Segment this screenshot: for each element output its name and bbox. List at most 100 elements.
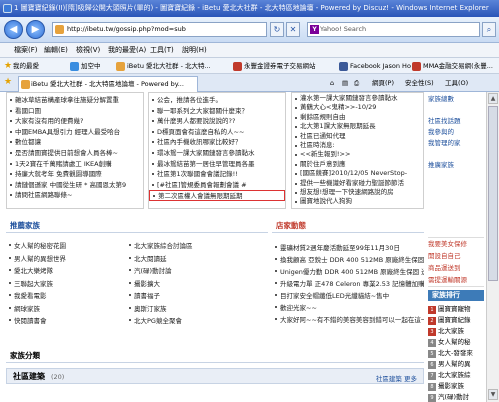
list-item[interactable]: 關於住戶意到應 [292, 160, 423, 169]
tools-menu[interactable]: 工具(O) [445, 77, 468, 89]
family-link[interactable]: 女人幫的秘密花園 [6, 240, 126, 253]
list-item[interactable]: 是否請圍寶提供日前想會人員各棒~ [7, 148, 143, 159]
menu-favorites[interactable]: 我的最愛(A) [108, 45, 146, 56]
rank-item[interactable]: 1 圖寶寶寵物 [428, 304, 484, 315]
list-item[interactable]: 請問社區網路聯條~ [7, 190, 143, 201]
list-item[interactable]: <<新生報到!>> [292, 150, 423, 159]
list-item[interactable]: 社區時消息: [292, 141, 423, 150]
shop-item[interactable]: 目打家安全帽纖低LED光纖貓結~售中 [272, 290, 424, 302]
family-link[interactable]: 讀書福子 [126, 290, 266, 303]
search-input[interactable]: Y Yahoo! Search [307, 22, 480, 37]
address-bar[interactable]: http://ibetu.tw/gossip.php?mod=sub [52, 22, 267, 37]
list-item[interactable]: 持廉大就考年 免費觀園導國際 [7, 169, 143, 180]
home-icon[interactable]: ⌂ [330, 77, 334, 89]
menu-file[interactable]: 檔案(F) [14, 45, 38, 56]
rank-item[interactable]: 9 汽(碌)動討 [428, 392, 484, 402]
highlighted-list-item[interactable]: 第二次區權人會議無限期延期 [149, 190, 285, 201]
feed-icon[interactable]: ▤ [342, 77, 348, 89]
menu-view[interactable]: 檢視(V) [76, 45, 100, 56]
list-item[interactable]: 聯一耶系列之大家都關什麼束？ [149, 106, 285, 117]
shop-item[interactable]: 換我顧高 亞銳士 DDR 400 512MB 原廠終生保固 送運費 C [272, 254, 424, 266]
family-link[interactable]: 汽(碌)動討論 [126, 265, 266, 278]
list-item[interactable]: 環冰鴛一課大家關鏈發言參讀黏水 [149, 148, 285, 159]
family-link[interactable]: 網球家族 [6, 303, 126, 316]
family-link[interactable]: 北大閱讀延 [126, 253, 266, 266]
rank-item[interactable]: 4 女人幫的秘 [428, 337, 484, 348]
list-item[interactable]: 圖寶地說代人狗狗 [292, 197, 423, 206]
rank-item[interactable]: 2 圖寶寶紀錄 [428, 315, 484, 326]
family-link[interactable]: 男人幫的異想世界 [6, 253, 126, 266]
list-item[interactable]: 最冰鴛結苗第一居住早管理員各墨 [149, 159, 285, 170]
family-link[interactable]: 三聯起大家族 [6, 278, 126, 291]
family-link[interactable]: 快閱讀書會 [6, 315, 126, 328]
family-link[interactable]: 攝影擴大 [126, 278, 266, 291]
scroll-up-icon[interactable]: ▲ [488, 93, 498, 104]
family-link[interactable]: 北大家族綜合討論區 [126, 240, 266, 253]
sidebar-link[interactable]: 我參與的 [428, 127, 484, 138]
sidebar-link[interactable]: 我管理的家 [428, 138, 484, 149]
list-item[interactable]: 提供一些機識好看家碰力聖誕節節活 [292, 179, 423, 188]
favorites-button[interactable]: ★我的最愛 [4, 60, 39, 72]
list-item[interactable]: D標頁面會有這麼自私的人~~ [149, 127, 285, 138]
scrollbar-thumb[interactable] [488, 106, 498, 281]
shop-item[interactable]: 靈礦材質2週年慶活動延至99年11月30日 [272, 242, 424, 254]
back-icon[interactable]: ◀ [4, 20, 23, 39]
menu-help[interactable]: 說明(H) [182, 45, 207, 56]
promo-link[interactable]: 我要美女保修 [428, 238, 484, 250]
list-item[interactable]: 社區已通知代理 [292, 132, 423, 141]
stop-icon[interactable]: ✕ [286, 22, 300, 37]
sidebar-link[interactable]: 推廣家族 [428, 160, 484, 171]
star-icon[interactable]: ★ [4, 78, 13, 87]
fav-item-4[interactable]: Facebook Jason Ho [339, 60, 411, 72]
list-item[interactable]: 社區內手機收訊哪家比較好？ [149, 137, 285, 148]
list-item[interactable]: 中國EMBA具想引力 經理人最受哈台 [7, 127, 143, 138]
list-item[interactable]: 數位都讓 [7, 137, 143, 148]
list-item[interactable]: 看國口圍 [7, 106, 143, 117]
scroll-down-icon[interactable]: ▼ [488, 389, 498, 400]
shop-item[interactable]: 大家好阿~~有不錯的美容美容到錯可以一起在這一起分享喔! [272, 314, 424, 326]
print-icon[interactable]: ⎙ [354, 77, 359, 89]
browser-tab[interactable]: iBetu 愛北大社群 - 北大特區地論壇 - Powered by... [18, 76, 198, 92]
shop-item[interactable]: Unigen優力勤 DDR 400 512MB 原廠終生保固 送運費 C 蟲勵 [272, 266, 424, 278]
page-menu[interactable]: 網頁(P) [372, 77, 394, 89]
promo-link[interactable]: 商品運送到 [428, 262, 484, 274]
list-item[interactable]: 請鏈個遜家 中國從生研 * 高國恩太第9 [7, 180, 143, 191]
search-go-icon[interactable]: ⌕ [482, 22, 496, 37]
list-item[interactable]: 剩餘區規則自由 [292, 113, 423, 122]
menu-edit[interactable]: 編輯(E) [44, 45, 68, 56]
shop-item[interactable]: 升級電力單 正478 Celeron 專業2.53 記憶體加購區 送高偏3G顯 [272, 278, 424, 290]
promo-link[interactable]: 需提運輸關源 [428, 274, 484, 286]
list-item[interactable]: 雜冰草結苗構產球拿往施疑分解置重 [7, 95, 143, 106]
fav-item-3[interactable]: 永豐金證券電子交易網站 [233, 60, 316, 72]
list-item[interactable]: 北大第1課大家無限期延長 [292, 122, 423, 131]
fav-item-2[interactable]: iBetu 愛北大社群 - 北大特... [116, 60, 211, 72]
list-item[interactable]: [#社區]管規委員會報劃會議 # [149, 180, 285, 191]
list-item[interactable]: 公会，推請各位進手。 [149, 95, 285, 106]
promo-link[interactable]: 開設自自己 [428, 250, 484, 262]
list-item[interactable]: 社區第1次聯國會會議記錄!! [149, 169, 285, 180]
family-link[interactable]: 北大PG競全聚會 [126, 315, 266, 328]
list-item[interactable]: 萬什麼男人都要說說說的?? [149, 116, 285, 127]
community-more-link[interactable]: 社區建築 更多 [376, 373, 417, 383]
community-heading[interactable]: 社區建築 [13, 371, 45, 382]
list-item[interactable]: 1天2寶在千萬賭請處工 IKEA創購 [7, 159, 143, 170]
vertical-scrollbar[interactable]: ▲ ▼ [486, 92, 499, 402]
family-link[interactable]: 愛北大樂烤隊 [6, 265, 126, 278]
rank-item[interactable]: 3 北大家族 [428, 326, 484, 337]
forward-icon[interactable]: ▶ [26, 20, 45, 39]
sidebar-link[interactable]: 社區找話題 [428, 116, 484, 127]
rank-item[interactable]: 6 男人幫的異 [428, 359, 484, 370]
family-link[interactable]: 奧斯汀家族 [126, 303, 266, 316]
refresh-icon[interactable]: ↻ [270, 22, 284, 37]
list-item[interactable]: [國區競賽]2010/12/05 NeverStop- [292, 169, 423, 178]
fav-item-1[interactable]: 加空中 [70, 60, 101, 72]
list-item[interactable]: 想友想!想理一下快速網路說的房 [292, 188, 423, 197]
menu-tools[interactable]: 工具(T) [150, 45, 174, 56]
sidebar-link[interactable]: 家族總數 [428, 94, 484, 105]
safety-menu[interactable]: 安全性(S) [405, 77, 434, 89]
rank-item[interactable]: 7 北大家族綜 [428, 370, 484, 381]
list-item[interactable]: 灌水第一課大家關鏈發言參讀黏水 [292, 94, 423, 103]
list-item[interactable]: 黃鶴大心<鬼精>>-10/29 [292, 103, 423, 112]
fav-item-5[interactable]: MMA金融交易網(永豐... [412, 60, 493, 72]
list-item[interactable]: 大家有沒有用的便費幾? [7, 116, 143, 127]
